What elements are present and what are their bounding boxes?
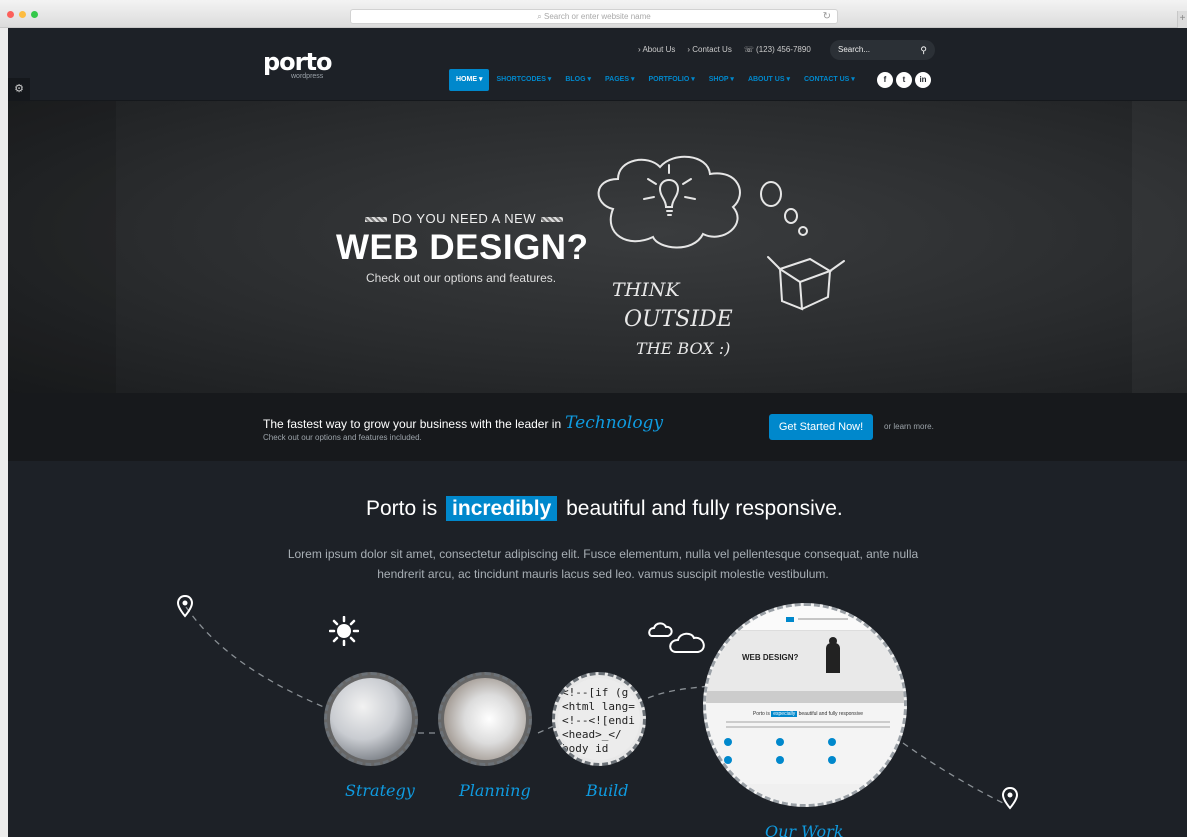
- browser-toolbar: ⌕ Search or enter website name ↻ +: [0, 0, 1187, 28]
- step-label-our-work: Our Work: [765, 822, 844, 837]
- sun-icon: [329, 616, 359, 646]
- nav-pages[interactable]: PAGES ▾: [598, 69, 641, 91]
- preview-headline: Porto is especially beautiful and fully …: [752, 711, 864, 717]
- headline-highlight: incredibly: [446, 496, 558, 521]
- nav-portfolio[interactable]: PORTFOLIO ▾: [641, 69, 701, 91]
- zoom-window-button[interactable]: [31, 11, 38, 18]
- close-window-button[interactable]: [7, 11, 14, 18]
- step-label-build: Build: [586, 781, 629, 800]
- hero-title: WEB DESIGN?: [336, 228, 589, 267]
- webpage: ⚙ porto wordpress › About Us › Contact U…: [8, 28, 1187, 837]
- planning-image: [438, 672, 532, 766]
- search-icon: ⌕: [537, 12, 544, 21]
- section-headline: Porto is incredibly beautiful and fully …: [366, 496, 843, 521]
- search-icon[interactable]: ⚲: [920, 40, 927, 60]
- nav-about-us[interactable]: ABOUT US ▾: [741, 69, 797, 91]
- minimize-window-button[interactable]: [19, 11, 26, 18]
- step-label-strategy: Strategy: [345, 781, 415, 800]
- our-work-preview: WEB DESIGN? Porto is especially beautifu…: [703, 603, 907, 807]
- chalk-text-the-box: THE BOX :): [636, 339, 731, 358]
- logo-subtitle: wordpress: [291, 73, 324, 80]
- nav-blog[interactable]: BLOG ▾: [558, 69, 598, 91]
- hero-edge: [8, 101, 116, 393]
- learn-more-link[interactable]: or learn more.: [884, 422, 934, 431]
- twitter-icon[interactable]: t: [896, 72, 912, 88]
- facebook-icon[interactable]: f: [877, 72, 893, 88]
- hero-subtitle: Check out our options and features.: [366, 271, 557, 285]
- cta-title: The fastest way to grow your business wi…: [263, 413, 664, 433]
- phone-number: ☏ (123) 456-7890: [743, 45, 811, 54]
- nav-shop[interactable]: SHOP ▾: [702, 69, 741, 91]
- hero-edge: [1132, 101, 1187, 393]
- map-pin-icon: [176, 594, 194, 618]
- reload-icon[interactable]: ↻: [823, 10, 831, 23]
- hero-slider: DO YOU NEED A NEW WEB DESIGN? Check out …: [8, 101, 1187, 393]
- social-links: f t in: [877, 72, 931, 88]
- gear-icon[interactable]: ⚙: [8, 78, 30, 100]
- hero-kicker: DO YOU NEED A NEW: [360, 211, 568, 226]
- address-bar[interactable]: ⌕ Search or enter website name ↻: [350, 9, 838, 24]
- nav-home[interactable]: HOME ▾: [449, 69, 490, 91]
- contact-us-link[interactable]: › Contact Us: [687, 45, 731, 54]
- site-header: ⚙ porto wordpress › About Us › Contact U…: [8, 28, 1187, 101]
- build-image: <!--[if (g <html lang= <!--<![endi <head…: [552, 672, 646, 766]
- linkedin-icon[interactable]: in: [915, 72, 931, 88]
- nav-shortcodes[interactable]: SHORTCODES ▾: [489, 69, 558, 91]
- browser-window: ⌕ Search or enter website name ↻ + ⚙ por…: [0, 0, 1187, 837]
- cta-subtitle: Check out our options and features inclu…: [263, 433, 422, 442]
- preview-title: WEB DESIGN?: [742, 653, 799, 662]
- chalk-text-outside: OUTSIDE: [624, 307, 733, 332]
- new-tab-button[interactable]: +: [1177, 11, 1187, 28]
- top-links: › About Us › Contact Us ☏ (123) 456-7890: [638, 45, 811, 54]
- step-label-planning: Planning: [459, 781, 531, 800]
- site-logo[interactable]: porto: [263, 48, 332, 76]
- strategy-image: [324, 672, 418, 766]
- about-us-link[interactable]: › About Us: [638, 45, 675, 54]
- section-lead: Lorem ipsum dolor sit amet, consectetur …: [287, 547, 919, 581]
- chalk-text-think: THINK: [612, 279, 680, 301]
- address-placeholder: Search or enter website name: [543, 12, 651, 21]
- search-placeholder: Search...: [838, 45, 871, 54]
- search-input[interactable]: Search... ⚲: [830, 40, 935, 60]
- map-pin-icon: [1001, 786, 1019, 810]
- call-to-action-bar: The fastest way to grow your business wi…: [8, 393, 1187, 461]
- nav-contact-us[interactable]: CONTACT US ▾: [797, 69, 862, 91]
- cta-highlight: Technology: [565, 413, 664, 433]
- main-nav: HOME ▾ SHORTCODES ▾ BLOG ▾ PAGES ▾ PORTF…: [449, 69, 862, 91]
- get-started-button[interactable]: Get Started Now!: [769, 414, 873, 440]
